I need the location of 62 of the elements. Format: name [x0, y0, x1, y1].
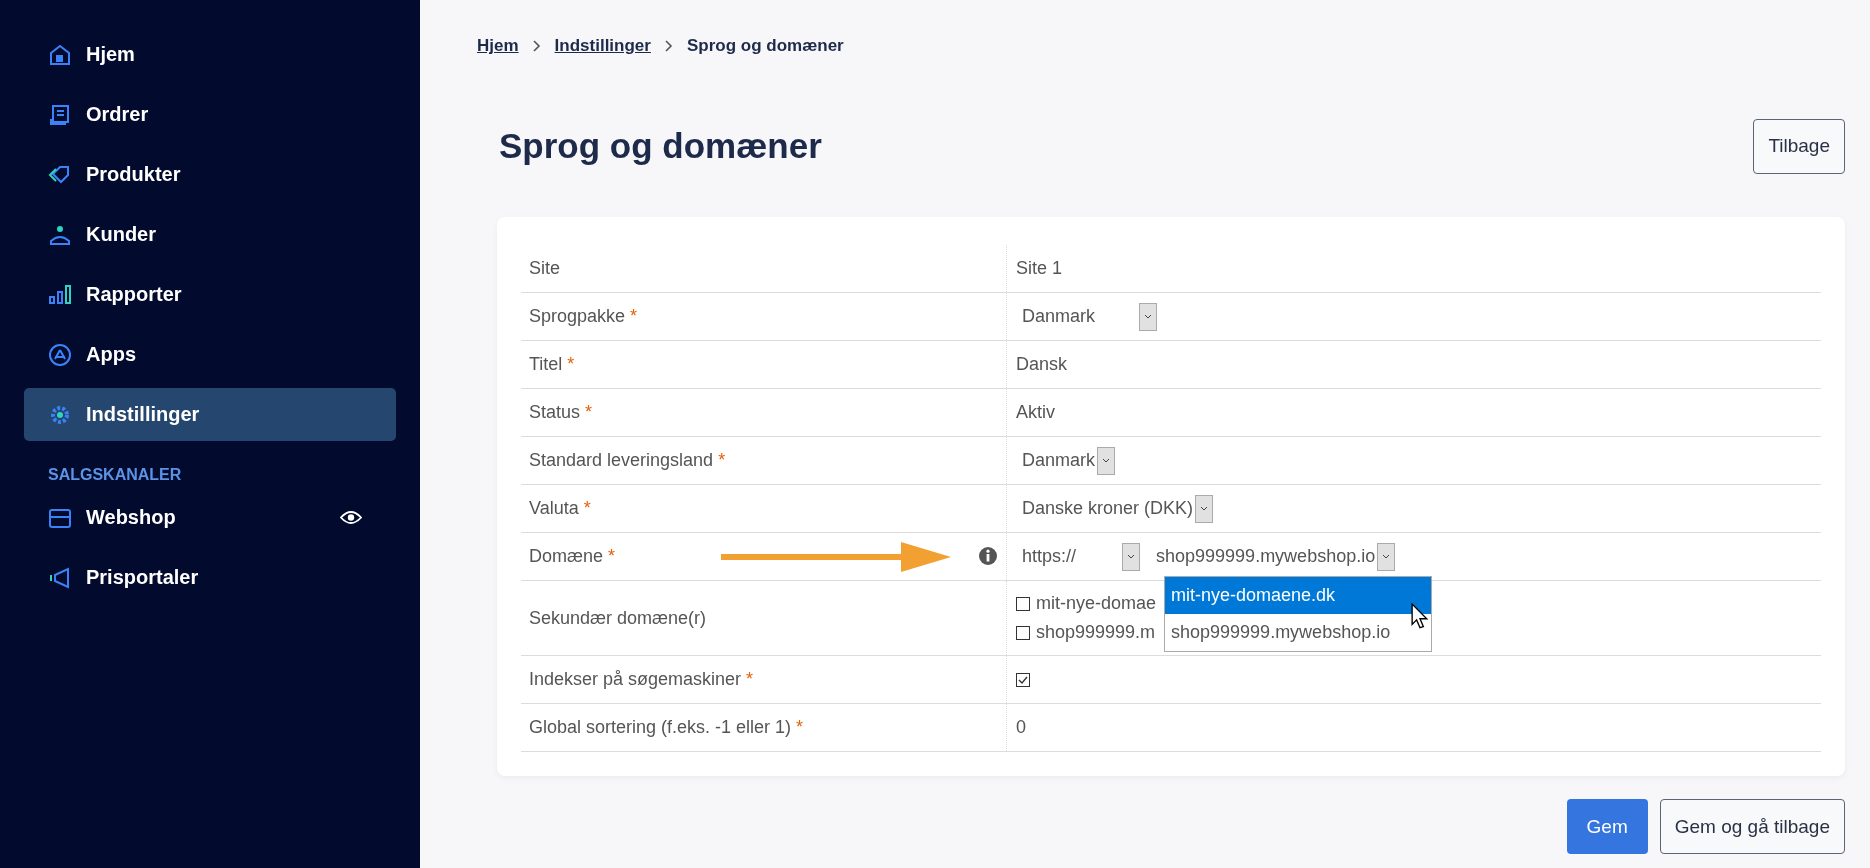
select-field[interactable]: https:// [1016, 542, 1141, 571]
sidebar-item[interactable]: Kunder [24, 208, 396, 261]
breadcrumb-current: Sprog og domæner [686, 36, 844, 56]
field-label: Site [529, 258, 561, 279]
select-field[interactable]: Danmark [1016, 446, 1116, 475]
select-field[interactable]: Danmark [1016, 302, 1158, 331]
bar-chart-icon [49, 284, 71, 304]
dropdown-option[interactable]: mit-nye-domaene.dk [1165, 576, 1432, 614]
checkbox[interactable] [1016, 672, 1030, 687]
chevron-icon [664, 40, 673, 52]
eye-icon[interactable] [340, 510, 362, 525]
caret-icon [1144, 314, 1153, 319]
sidebar-item[interactable]: Indstillinger [24, 388, 396, 441]
field-label: Titel * [529, 354, 575, 375]
field-label: Domæne * [529, 546, 616, 567]
checkbox[interactable] [1016, 596, 1030, 611]
field-value: Aktiv [1016, 402, 1055, 423]
arrow-icon [721, 540, 951, 574]
sidebar-item[interactable]: Hjem [24, 28, 396, 81]
field-value: 0 [1016, 717, 1026, 738]
caret-icon [1200, 506, 1209, 511]
field-value: Site 1 [1016, 258, 1063, 279]
back-button[interactable]: Tilbage [1753, 118, 1845, 174]
document-icon [50, 104, 69, 125]
save-and-back-button[interactable]: Gem og gå tilbage [1659, 799, 1845, 854]
info-icon[interactable] [978, 546, 998, 566]
section-title: SALGSKANALER [47, 465, 183, 484]
field-label: Valuta * [529, 498, 591, 519]
field-label: Global sortering (f.eks. -1 eller 1) * [529, 717, 804, 738]
field-label: Status * [529, 402, 593, 423]
sidebar-item[interactable]: Webshop [24, 491, 396, 544]
save-button[interactable]: Gem [1566, 799, 1648, 854]
page-title: Sprog og domæner [499, 126, 822, 166]
house-icon [50, 44, 70, 65]
sidebar-item[interactable]: Ordrer [24, 88, 396, 141]
megaphone-icon [50, 566, 69, 589]
cursor-icon [1411, 602, 1430, 630]
breadcrumb-link[interactable]: Hjem [477, 36, 519, 56]
field-label: Standard leveringsland * [529, 450, 726, 471]
store-icon [49, 508, 71, 528]
sidebar-item[interactable]: Prisportaler [24, 551, 396, 604]
sidebar-item[interactable]: Rapporter [24, 268, 396, 321]
checkbox[interactable] [1016, 625, 1030, 640]
field-label: Sprogpakke * [529, 306, 638, 327]
tag-icon [48, 165, 69, 183]
caret-icon [1127, 554, 1136, 559]
field-label: Indekser på søgemaskiner * [529, 669, 754, 690]
breadcrumb-link[interactable]: Indstillinger [554, 36, 651, 56]
sidebar-item[interactable]: Produkter [24, 148, 396, 201]
chevron-icon [532, 40, 541, 52]
checkbox-label: shop999999.m [1036, 622, 1156, 643]
field-label: Sekundær domæne(r) [529, 607, 707, 629]
caret-icon [1382, 554, 1391, 559]
dropdown-option[interactable]: shop999999.mywebshop.io [1165, 613, 1432, 651]
person-icon [50, 225, 70, 245]
select-field[interactable]: Danske kroner (DKK) [1016, 494, 1214, 523]
caret-icon [1102, 458, 1111, 463]
checkbox-label: mit-nye-domae [1036, 593, 1157, 614]
field-value: Dansk [1016, 354, 1068, 375]
gear-icon [51, 405, 69, 424]
sidebar-item[interactable]: Apps [24, 328, 396, 381]
apps-icon [49, 343, 71, 366]
